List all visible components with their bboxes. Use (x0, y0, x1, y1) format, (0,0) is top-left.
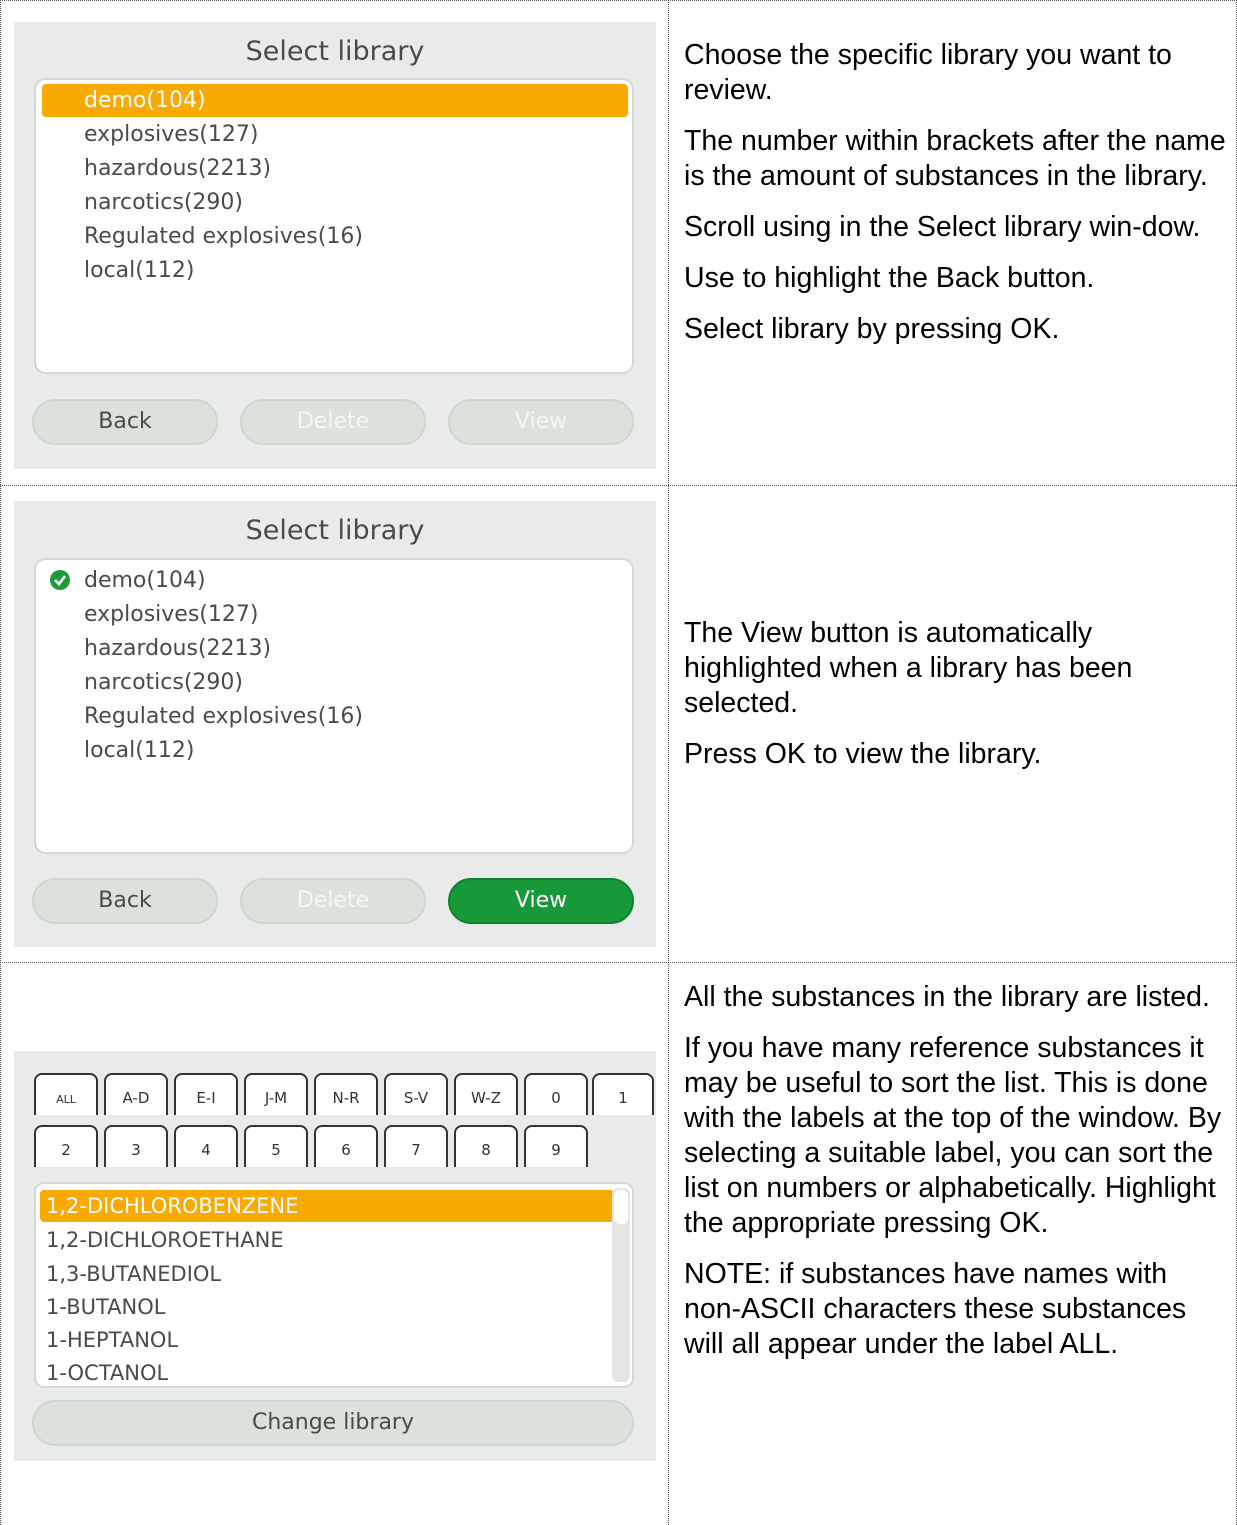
change-library-button[interactable]: Change library (32, 1400, 634, 1446)
list-item[interactable]: explosives(127) (42, 598, 628, 631)
list-item-label: demo(104) (84, 568, 206, 593)
paragraph: Use to highlight the Back button. (684, 262, 1095, 294)
list-item[interactable]: 1,3-BUTANEDIOL (40, 1258, 614, 1290)
tab-8[interactable]: 8 (454, 1125, 518, 1167)
screen-title: Select library (245, 515, 425, 546)
paragraph: Scroll using in the Select library win-d… (684, 211, 1201, 243)
list-item[interactable]: local(112) (42, 734, 628, 767)
tab-4[interactable]: 4 (174, 1125, 238, 1167)
list-item[interactable]: demo(104) (42, 84, 628, 117)
list-item[interactable]: Regulated explosives(16) (42, 220, 628, 253)
select-library-screen-1: Select library demo(104) explosives(127)… (14, 22, 656, 469)
back-button[interactable]: Back (32, 878, 218, 924)
screen-title: Select library (245, 36, 425, 67)
list-item[interactable]: hazardous(2213) (42, 632, 628, 665)
list-item[interactable]: Regulated explosives(16) (42, 700, 628, 733)
library-list[interactable]: demo(104) explosives(127) hazardous(2213… (34, 558, 634, 854)
tab-e-i[interactable]: E-I (174, 1073, 238, 1115)
paragraph: All the substances in the library are li… (684, 981, 1210, 1013)
panel3-description: All the substances in the library are li… (684, 980, 1229, 1378)
paragraph: If you have many reference substances it… (684, 1032, 1222, 1239)
paragraph: Choose the specific library you want to … (684, 39, 1172, 106)
select-library-screen-2: Select library demo(104) explosives(127)… (14, 501, 656, 947)
tab-2[interactable]: 2 (34, 1125, 98, 1167)
table-divider-vertical (668, 0, 669, 1525)
list-item[interactable]: 1-HEPTANOL (40, 1324, 614, 1356)
table-border-top (0, 0, 1237, 1)
checkmark-icon (50, 570, 70, 590)
scrollbar-thumb[interactable] (614, 1190, 628, 1224)
table-divider-row1 (0, 485, 1237, 486)
paragraph: Select library by pressing OK. (684, 313, 1060, 345)
library-list[interactable]: demo(104) explosives(127) hazardous(2213… (34, 78, 634, 374)
delete-button[interactable]: Delete (240, 399, 426, 445)
panel2-description: The View button is automatically highlig… (684, 616, 1229, 788)
tab-5[interactable]: 5 (244, 1125, 308, 1167)
list-item[interactable]: demo(104) (42, 564, 628, 597)
tab-w-z[interactable]: W-Z (454, 1073, 518, 1115)
library-view-screen: ALL A-D E-I J-M N-R S-V W-Z 0 1 2 3 4 5 … (14, 1051, 656, 1461)
paragraph: Press OK to view the library. (684, 738, 1042, 770)
tab-6[interactable]: 6 (314, 1125, 378, 1167)
tab-0[interactable]: 0 (524, 1073, 588, 1115)
list-item[interactable]: 1,2-DICHLOROBENZENE (40, 1190, 614, 1222)
panel1-description: Choose the specific library you want to … (684, 38, 1229, 363)
list-item[interactable]: narcotics(290) (42, 666, 628, 699)
tab-s-v[interactable]: S-V (384, 1073, 448, 1115)
tab-n-r[interactable]: N-R (314, 1073, 378, 1115)
delete-button[interactable]: Delete (240, 878, 426, 924)
view-button[interactable]: View (448, 878, 634, 924)
list-item[interactable]: 1-OCTANOL (40, 1357, 614, 1389)
substance-list[interactable]: 1,2-DICHLOROBENZENE 1,2-DICHLOROETHANE 1… (34, 1182, 634, 1388)
list-item[interactable]: local(112) (42, 254, 628, 287)
tab-9[interactable]: 9 (524, 1125, 588, 1167)
list-item[interactable]: explosives(127) (42, 118, 628, 151)
tab-3[interactable]: 3 (104, 1125, 168, 1167)
list-item[interactable]: hazardous(2213) (42, 152, 628, 185)
scrollbar-track[interactable] (612, 1188, 630, 1382)
table-border-left (0, 0, 1, 1525)
paragraph: The View button is automatically highlig… (684, 617, 1133, 719)
tab-all[interactable]: ALL (34, 1073, 98, 1115)
table-divider-row2 (0, 962, 1237, 963)
list-item[interactable]: 1,2-DICHLOROETHANE (40, 1224, 614, 1256)
tab-j-m[interactable]: J-M (244, 1073, 308, 1115)
paragraph: NOTE: if substances have names with non-… (684, 1258, 1187, 1360)
back-button[interactable]: Back (32, 399, 218, 445)
view-button[interactable]: View (448, 399, 634, 445)
tab-1[interactable]: 1 (592, 1073, 654, 1115)
paragraph: The number within brackets after the nam… (684, 125, 1226, 192)
tab-a-d[interactable]: A-D (104, 1073, 168, 1115)
tab-7[interactable]: 7 (384, 1125, 448, 1167)
list-item[interactable]: 1-BUTANOL (40, 1291, 614, 1323)
list-item[interactable]: narcotics(290) (42, 186, 628, 219)
